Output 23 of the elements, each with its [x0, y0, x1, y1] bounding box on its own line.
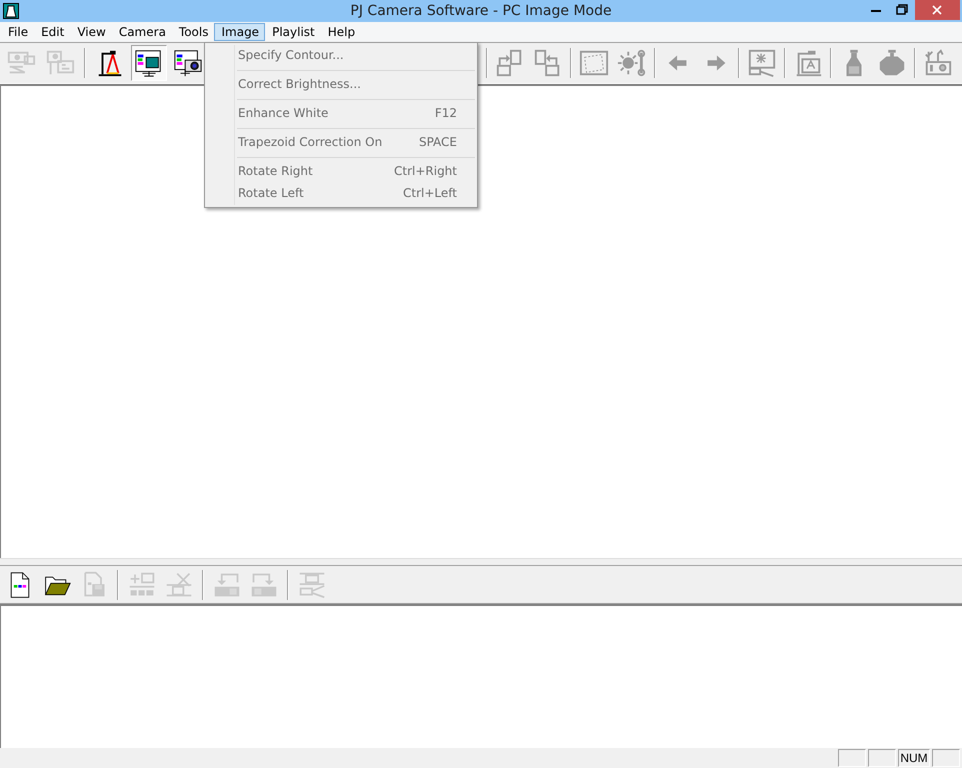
status-panel: [868, 749, 896, 767]
app-icon: [3, 3, 19, 19]
projector-slide-icon: [298, 570, 326, 598]
status-panel: [932, 749, 960, 767]
menu-item[interactable]: Help: [320, 23, 362, 41]
close-button[interactable]: [915, 0, 960, 20]
toolbar-button[interactable]: [131, 45, 167, 81]
brightness-icon: [617, 47, 647, 79]
menu-item[interactable]: View: [70, 23, 112, 41]
screen-flash-icon: [747, 47, 777, 79]
num-lock-indicator: NUM: [898, 749, 930, 767]
menu-item[interactable]: Camera: [112, 23, 172, 41]
menu-item[interactable]: Image: [214, 23, 266, 41]
window-title: PJ Camera Software - PC Image Mode: [349, 3, 613, 19]
status-panel: [838, 749, 866, 767]
add-slide-icon: [128, 570, 156, 598]
menu-item[interactable]: File: [1, 23, 34, 41]
move-right-icon: [250, 570, 278, 598]
menu-item[interactable]: Playlist: [265, 23, 321, 41]
menu-item[interactable]: Tools: [172, 23, 214, 41]
menu-item[interactable]: Edit: [34, 23, 70, 41]
move-left-icon: [213, 570, 241, 598]
delete-slide-icon: [165, 570, 193, 598]
